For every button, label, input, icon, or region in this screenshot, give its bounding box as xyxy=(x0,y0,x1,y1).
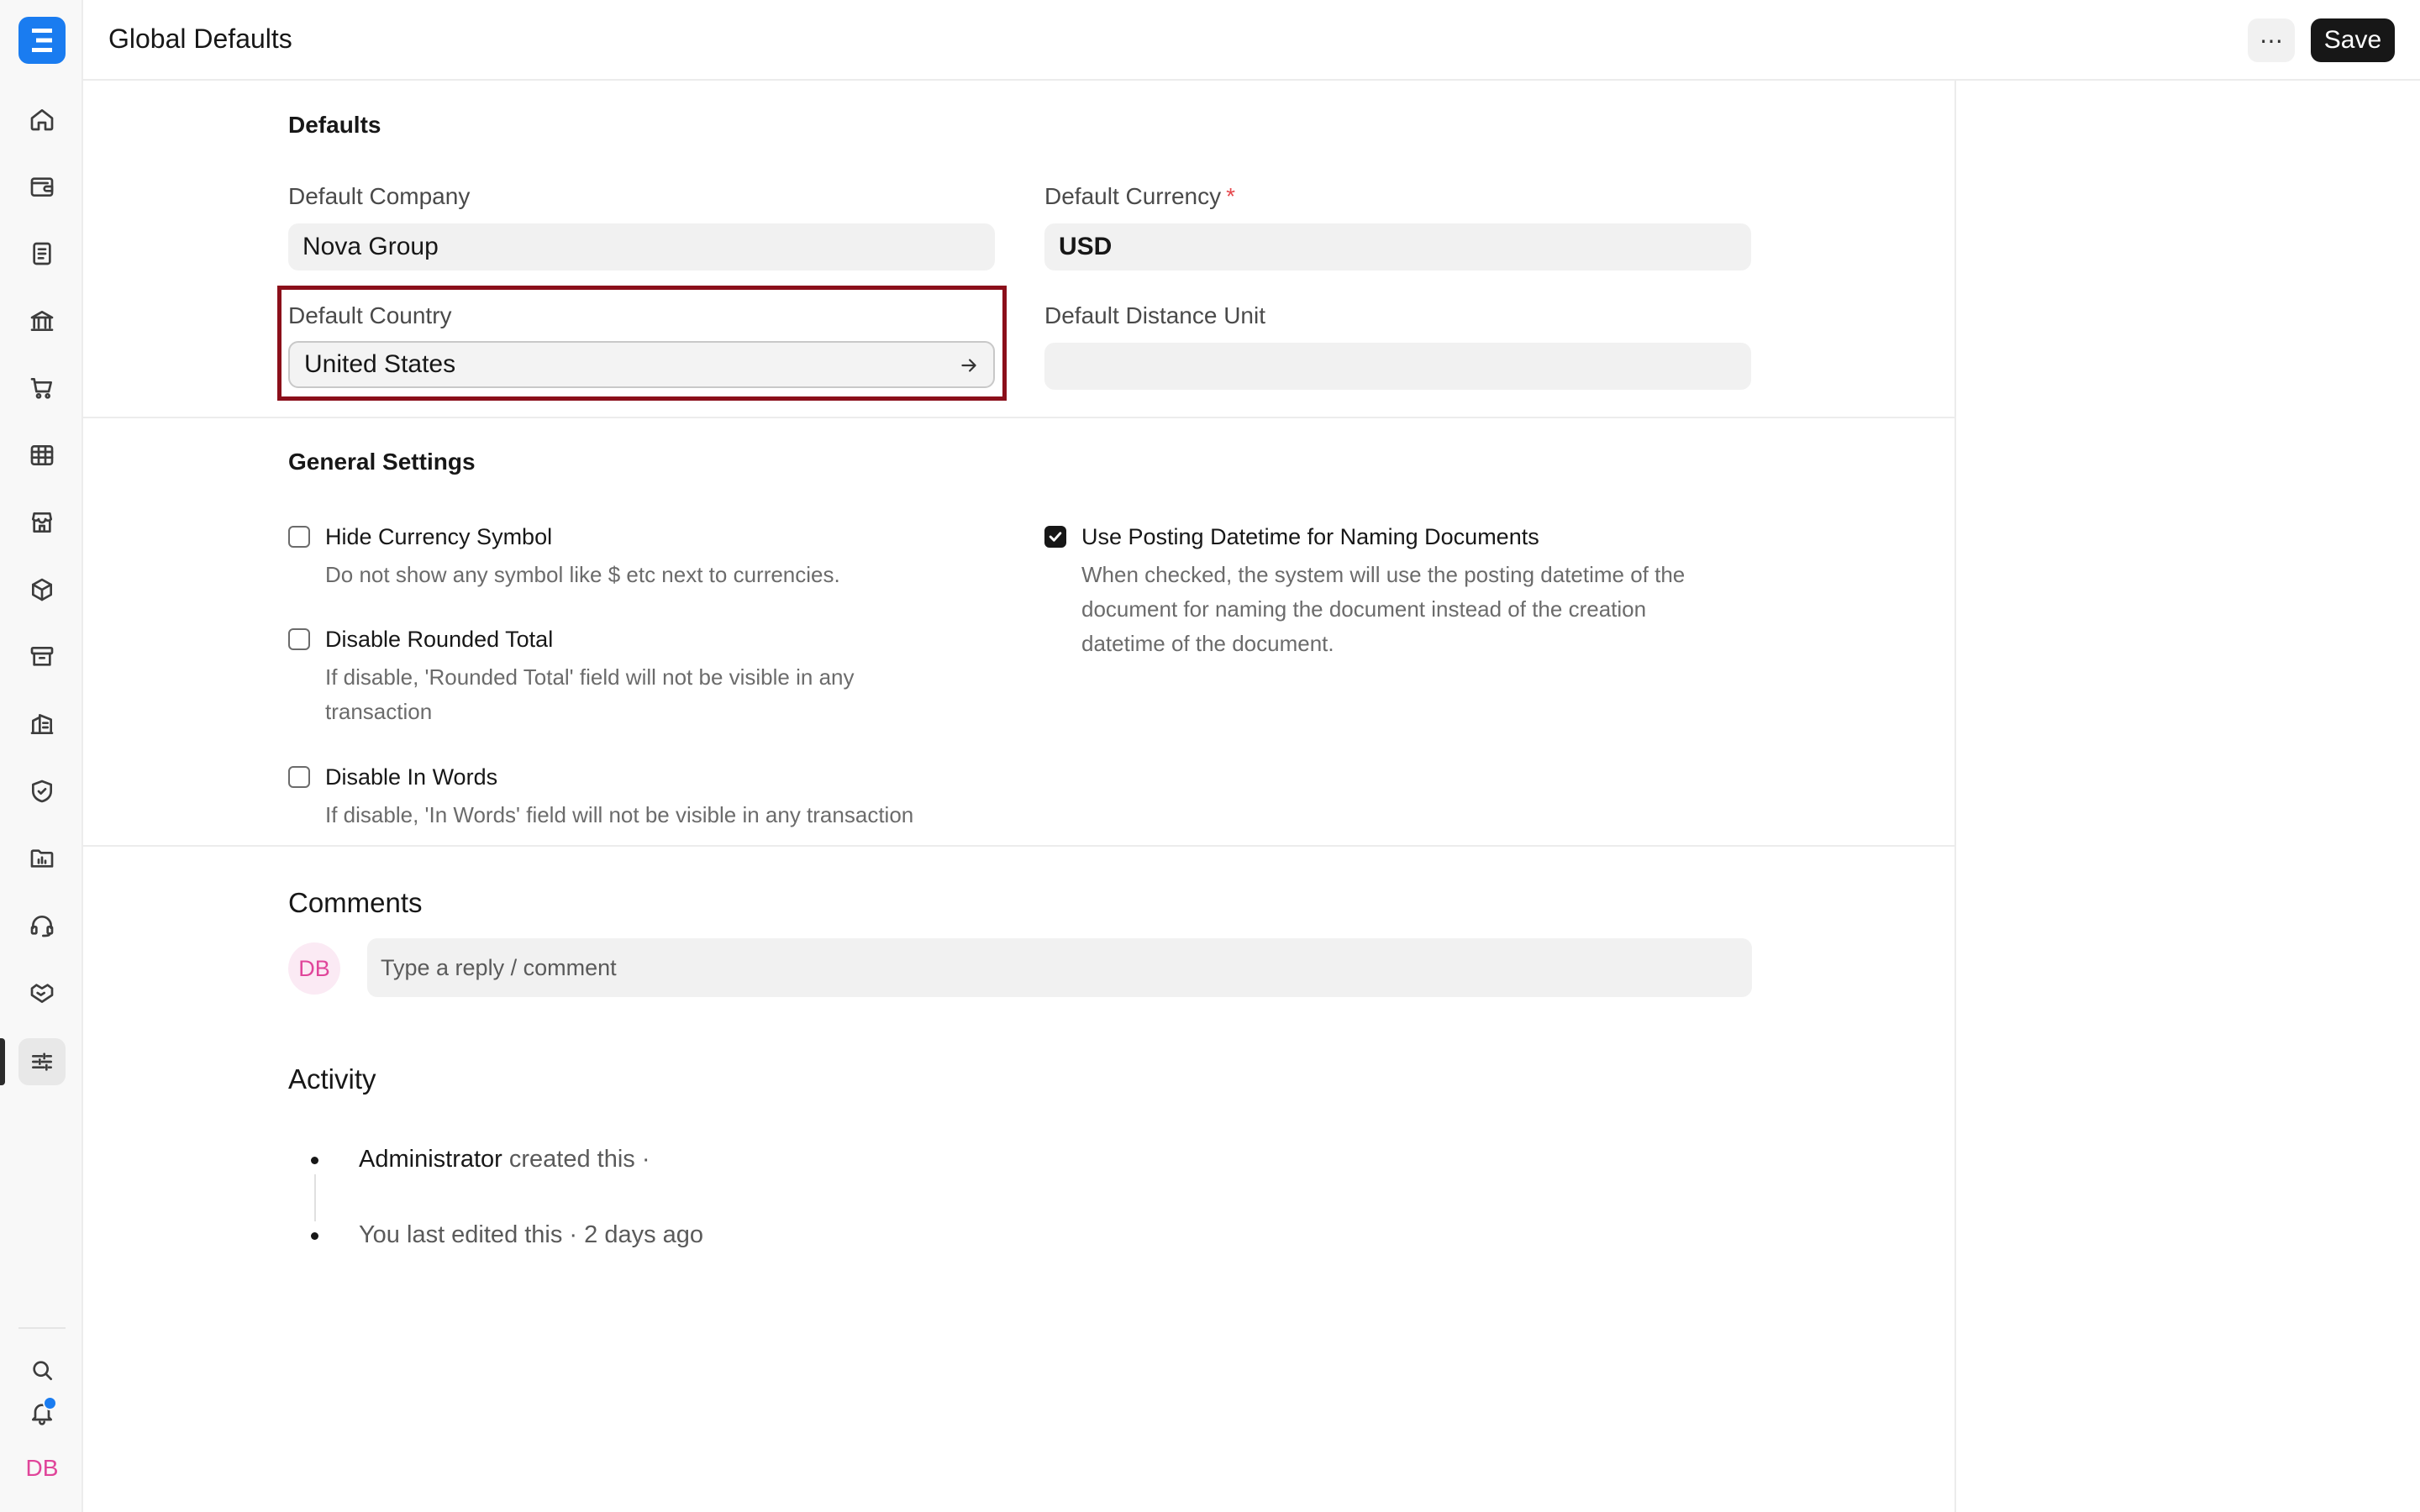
disable-in-words-label: Disable In Words xyxy=(325,764,498,790)
check-icon xyxy=(1049,532,1062,542)
comment-avatar: DB xyxy=(288,942,340,995)
section-divider xyxy=(83,417,1954,418)
table-icon xyxy=(30,445,54,465)
sidebar-item-selling[interactable] xyxy=(18,499,66,546)
sidebar-item-documents[interactable] xyxy=(18,230,66,277)
archive-icon xyxy=(30,647,54,666)
sidebar-item-assets[interactable] xyxy=(18,633,66,680)
section-title-defaults: Defaults xyxy=(288,112,381,138)
default-currency-value: USD xyxy=(1059,233,1113,260)
activity-title: Activity xyxy=(288,1063,376,1095)
default-distance-unit-label: Default Distance Unit xyxy=(1044,302,1266,328)
sidebar-item-crm[interactable] xyxy=(18,969,66,1016)
use-posting-datetime-description: When checked, the system will use the po… xyxy=(1081,562,1686,656)
app-logo[interactable] xyxy=(18,17,66,64)
use-posting-datetime-label: Use Posting Datetime for Naming Document… xyxy=(1081,524,1539,549)
default-country-field[interactable]: United States xyxy=(288,341,995,388)
sidebar-item-accounting[interactable] xyxy=(18,163,66,210)
page-header: Global Defaults ⋯ Save xyxy=(83,0,2420,81)
sidebar-item-manufacturing[interactable] xyxy=(18,701,66,748)
sidebar-item-quality[interactable] xyxy=(18,768,66,815)
default-company-field[interactable]: Nova Group xyxy=(288,223,995,270)
sidebar-item-projects[interactable] xyxy=(18,835,66,882)
save-button[interactable]: Save xyxy=(2311,18,2395,62)
activity-user-link[interactable]: Administrator xyxy=(359,1146,502,1173)
default-distance-unit-field[interactable] xyxy=(1044,343,1751,390)
use-posting-datetime-checkbox[interactable] xyxy=(1044,526,1066,548)
sidebar-divider xyxy=(18,1327,66,1329)
hide-currency-symbol-description: Do not show any symbol like $ etc next t… xyxy=(325,562,840,587)
shield-icon xyxy=(32,780,52,803)
activity-item: Administrator created this · xyxy=(359,1146,650,1173)
disable-in-words-checkbox[interactable] xyxy=(288,766,310,788)
document-icon xyxy=(33,242,51,265)
notification-dot xyxy=(43,1396,57,1410)
sidebar-item-buying[interactable] xyxy=(18,365,66,412)
comments-title: Comments xyxy=(288,887,423,918)
home-icon xyxy=(30,109,54,131)
sidebar-item-stock[interactable] xyxy=(18,566,66,613)
sidebar-search[interactable] xyxy=(18,1347,66,1394)
default-currency-label: Default Currency * xyxy=(1044,183,1235,209)
bank-icon xyxy=(30,311,54,331)
default-country-label: Default Country xyxy=(288,302,452,328)
erp-logo-icon xyxy=(32,29,52,52)
activity-item: You last edited this · 2 days ago xyxy=(359,1221,704,1248)
default-company-label: Default Company xyxy=(288,183,471,209)
disable-rounded-total-checkbox[interactable] xyxy=(288,628,310,650)
sliders-icon xyxy=(32,1053,52,1071)
default-country-value: United States xyxy=(304,350,456,378)
arrow-right-icon[interactable] xyxy=(958,354,980,376)
comment-input[interactable]: Type a reply / comment xyxy=(367,938,1752,997)
sidebar-item-settings[interactable] xyxy=(18,1038,66,1085)
hide-currency-symbol-label: Hide Currency Symbol xyxy=(325,524,553,549)
timeline-dot xyxy=(311,1232,318,1240)
timeline-dot xyxy=(311,1157,318,1164)
headset-icon xyxy=(30,916,54,937)
page-title: Global Defaults xyxy=(108,24,292,54)
section-divider xyxy=(83,845,1954,847)
chart-folder-icon xyxy=(30,849,54,868)
handshake-icon xyxy=(30,984,54,1003)
required-mark: * xyxy=(1226,183,1235,209)
package-icon xyxy=(32,578,52,601)
store-icon xyxy=(32,512,52,533)
sidebar-item-reports[interactable] xyxy=(18,432,66,479)
disable-rounded-total-label: Disable Rounded Total xyxy=(325,627,554,652)
user-avatar[interactable]: DB xyxy=(18,1445,66,1492)
default-company-value: Nova Group xyxy=(302,233,439,260)
timeline-line xyxy=(314,1174,316,1221)
default-currency-field[interactable]: USD xyxy=(1044,223,1751,270)
disable-in-words-description: If disable, 'In Words' field will not be… xyxy=(325,802,914,827)
active-indicator xyxy=(0,1038,5,1085)
hide-currency-symbol-checkbox[interactable] xyxy=(288,526,310,548)
sidebar-item-support[interactable] xyxy=(18,902,66,949)
sidebar: DB xyxy=(0,0,83,1512)
search-icon xyxy=(33,1361,52,1380)
cart-icon xyxy=(30,378,52,399)
disable-rounded-total-description: If disable, 'Rounded Total' field will n… xyxy=(325,664,855,724)
sidebar-item-banking[interactable] xyxy=(18,297,66,344)
sidebar-panel-divider xyxy=(1954,81,1956,1512)
more-options-button[interactable]: ⋯ xyxy=(2248,18,2295,62)
sidebar-notifications[interactable] xyxy=(18,1389,66,1436)
wallet-icon xyxy=(30,177,54,197)
building-icon xyxy=(30,714,54,734)
sidebar-item-home[interactable] xyxy=(18,96,66,143)
section-title-general-settings: General Settings xyxy=(288,449,476,475)
